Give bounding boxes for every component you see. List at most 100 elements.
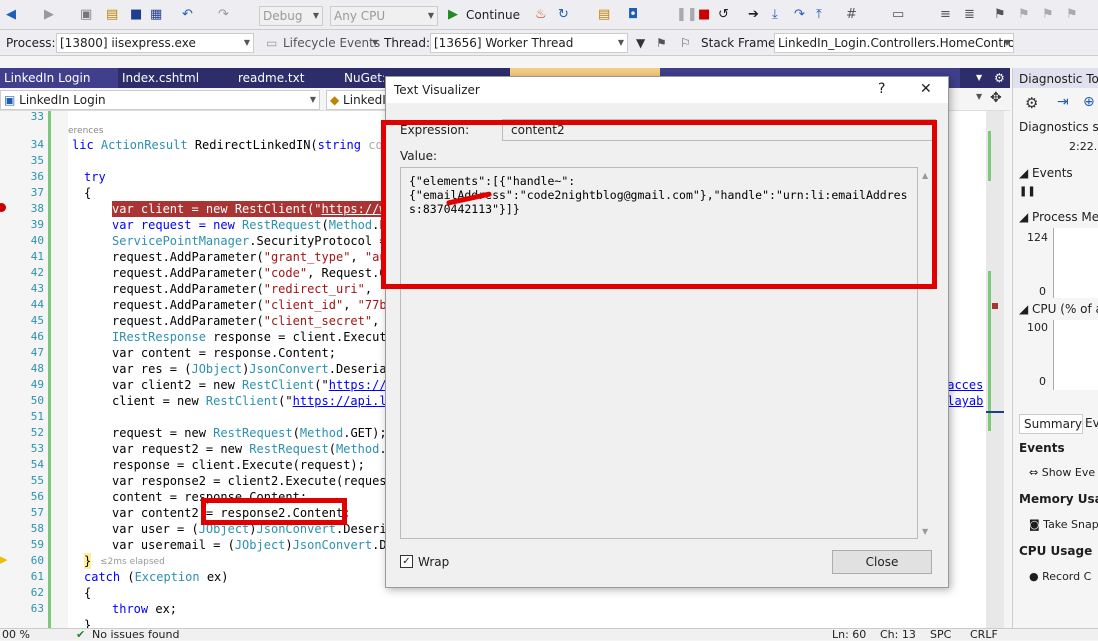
screenshot-icon[interactable]: ◘ xyxy=(628,5,638,25)
scroll-down-icon[interactable]: ▼ xyxy=(922,527,928,536)
uncomment-icon[interactable]: ≣ xyxy=(964,5,975,25)
stack-frame-label: Stack Frame: xyxy=(701,36,780,50)
perf-tip[interactable]: ≤2ms elapsed xyxy=(100,554,165,570)
tab-settings-icon[interactable]: ⚙ xyxy=(990,68,1008,88)
code-token: lic xyxy=(72,138,101,152)
record-cpu-label: Record C xyxy=(1042,570,1092,583)
line-number: 34 xyxy=(30,138,44,151)
continue-icon[interactable]: ▶ xyxy=(448,5,458,25)
stack-frame-dropdown[interactable]: LinkedIn_Login.Controllers.HomeControll ▼ xyxy=(774,33,1014,53)
comment-icon[interactable]: ≡ xyxy=(940,5,951,25)
pause-icon[interactable]: ❚❚ xyxy=(676,5,698,25)
record-cpu-button[interactable]: ● Record C xyxy=(1029,570,1091,583)
code-line-49: var client2 = new RestClient("https://a xyxy=(112,377,394,393)
line-number: 33 xyxy=(30,110,44,123)
code-token: var useremail = ( xyxy=(112,538,235,552)
show-next-statement-icon[interactable]: ➔ xyxy=(748,5,759,25)
settings-icon[interactable]: ⚙ xyxy=(1025,94,1038,112)
events-label: Events xyxy=(1032,166,1073,180)
flag-thread-icon[interactable]: ⚑ xyxy=(656,34,667,52)
code-token: request.AddParameter( xyxy=(112,250,264,264)
tab-nuget[interactable]: NuGet: LinkedIn Login xyxy=(340,68,384,88)
indent-indicator[interactable]: SPC xyxy=(930,629,951,640)
code-line-37: { xyxy=(84,186,92,200)
stop-icon[interactable]: ■ xyxy=(698,5,710,25)
tab-overflow-icon[interactable]: ▼ xyxy=(972,68,988,88)
code-token: ex) xyxy=(199,570,229,584)
line-number: 61 xyxy=(30,570,44,583)
code-token: RestClient xyxy=(242,378,315,392)
export-icon[interactable]: ⇥ xyxy=(1057,94,1069,110)
debug-location-bar: Process: [13800] iisexpress.exe ▼ ▭ Lifec… xyxy=(0,30,1098,56)
bookmark-icon[interactable]: ⚑ xyxy=(994,5,1006,25)
show-events-label: Show Eve xyxy=(1041,466,1096,479)
process-dropdown[interactable]: [13800] iisexpress.exe ▼ xyxy=(56,33,254,53)
issues-text[interactable]: No issues found xyxy=(92,629,179,640)
step-out-icon[interactable]: ⤒ xyxy=(816,5,822,25)
bookmark-prev-icon[interactable]: ⚑ xyxy=(1018,5,1030,25)
platform-dropdown[interactable]: Any CPU ▼ xyxy=(330,6,438,26)
restart-debug-icon[interactable]: ↺ xyxy=(718,5,729,25)
show-events-button[interactable]: ⇔ Show Eve xyxy=(1029,466,1095,479)
project-dropdown[interactable]: ▣ LinkedIn Login ▼ xyxy=(0,90,320,110)
hot-reload-icon[interactable]: ♨ xyxy=(535,5,547,25)
forward-icon[interactable]: ▶ xyxy=(44,5,54,25)
issues-icon: ✔ xyxy=(76,628,86,641)
step-over-icon[interactable]: ↷ xyxy=(794,5,805,25)
events-section[interactable]: ◢ Events xyxy=(1019,166,1073,180)
tab-index-cshtml[interactable]: Index.cshtml xyxy=(118,68,234,88)
tab-linkedin-login[interactable]: LinkedIn Login xyxy=(0,68,118,88)
close-icon[interactable]: ✕ xyxy=(920,81,932,97)
code-token: "redirect_uri" xyxy=(263,282,365,296)
code-token: ActionResult xyxy=(100,138,188,152)
restart-icon[interactable]: ↻ xyxy=(558,5,569,25)
continue-button[interactable]: Continue xyxy=(466,5,520,25)
code-token: "client_secret" xyxy=(263,314,373,328)
member-chevron-icon[interactable]: ▼ xyxy=(976,92,982,101)
diagnostics-icon[interactable]: ▭ xyxy=(892,5,904,25)
show-flagged-icon[interactable]: ⚐ xyxy=(680,34,691,52)
annotation-box-code xyxy=(201,498,347,525)
code-token: throw xyxy=(112,602,149,616)
back-icon[interactable]: ◀ xyxy=(6,5,16,25)
save-icon[interactable]: ■ xyxy=(130,5,142,25)
bookmark-clear-icon[interactable]: ⚑ xyxy=(1066,5,1078,25)
cpu-section[interactable]: ◢ CPU (% of al xyxy=(1019,302,1098,316)
new-item-icon[interactable]: ▣ xyxy=(80,5,92,25)
pause-events-icon[interactable]: ❚❚ xyxy=(1019,186,1036,197)
redo-icon[interactable]: ↷ xyxy=(218,5,229,25)
undo-icon[interactable]: ↶ xyxy=(182,5,193,25)
filter-icon[interactable]: ▼ xyxy=(636,34,645,52)
code-token: "client_id" xyxy=(263,298,344,312)
zoom-level[interactable]: 00 % xyxy=(2,629,30,640)
config-dropdown[interactable]: Debug ▼ xyxy=(259,6,323,26)
thread-dropdown[interactable]: [13656] Worker Thread ▼ xyxy=(430,33,628,53)
current-statement-arrow-icon: ▶ xyxy=(0,553,8,566)
code-line-54: response = client.Execute(request); xyxy=(112,458,365,472)
process-memory-section[interactable]: ◢ Process Mem xyxy=(1019,210,1098,224)
class-dropdown[interactable]: ◆ LinkedIn xyxy=(326,90,386,110)
tab-readme[interactable]: readme.txt xyxy=(234,68,338,88)
tab-events[interactable]: Ev xyxy=(1083,414,1098,434)
open-folder-icon[interactable]: ▤ xyxy=(106,5,118,25)
line-ending-indicator[interactable]: CRLF xyxy=(970,629,998,640)
split-icon[interactable]: ✥ xyxy=(990,90,1002,106)
zoom-icon[interactable]: ⊕ xyxy=(1083,94,1095,110)
editor-scrollbar[interactable] xyxy=(986,111,1004,628)
take-snapshot-button[interactable]: ◙ Take Snap xyxy=(1029,518,1098,531)
step-into-icon[interactable]: ⤓ xyxy=(772,5,778,25)
code-token: "77b xyxy=(357,298,387,312)
code-line-38: var client = new RestClient("https://ww xyxy=(112,201,394,217)
folder-icon[interactable]: ▤ xyxy=(598,5,610,25)
column-indicator: Ch: 13 xyxy=(880,628,916,641)
tab-summary[interactable]: Summary xyxy=(1019,414,1083,434)
bookmark-next-icon[interactable]: ⚑ xyxy=(1042,5,1054,25)
hex-icon[interactable]: # xyxy=(846,5,857,25)
code-token: request.AddParameter( xyxy=(112,314,264,328)
wrap-checkbox[interactable]: ✓ xyxy=(400,555,413,568)
code-line-42: request.AddParameter("code", Request.Qu xyxy=(112,265,394,281)
help-button[interactable]: ? xyxy=(878,81,885,97)
close-button[interactable]: Close xyxy=(832,550,932,574)
lifecycle-events-dropdown[interactable]: Lifecycle Events xyxy=(283,34,380,52)
save-all-icon[interactable]: ▦ xyxy=(150,5,162,25)
